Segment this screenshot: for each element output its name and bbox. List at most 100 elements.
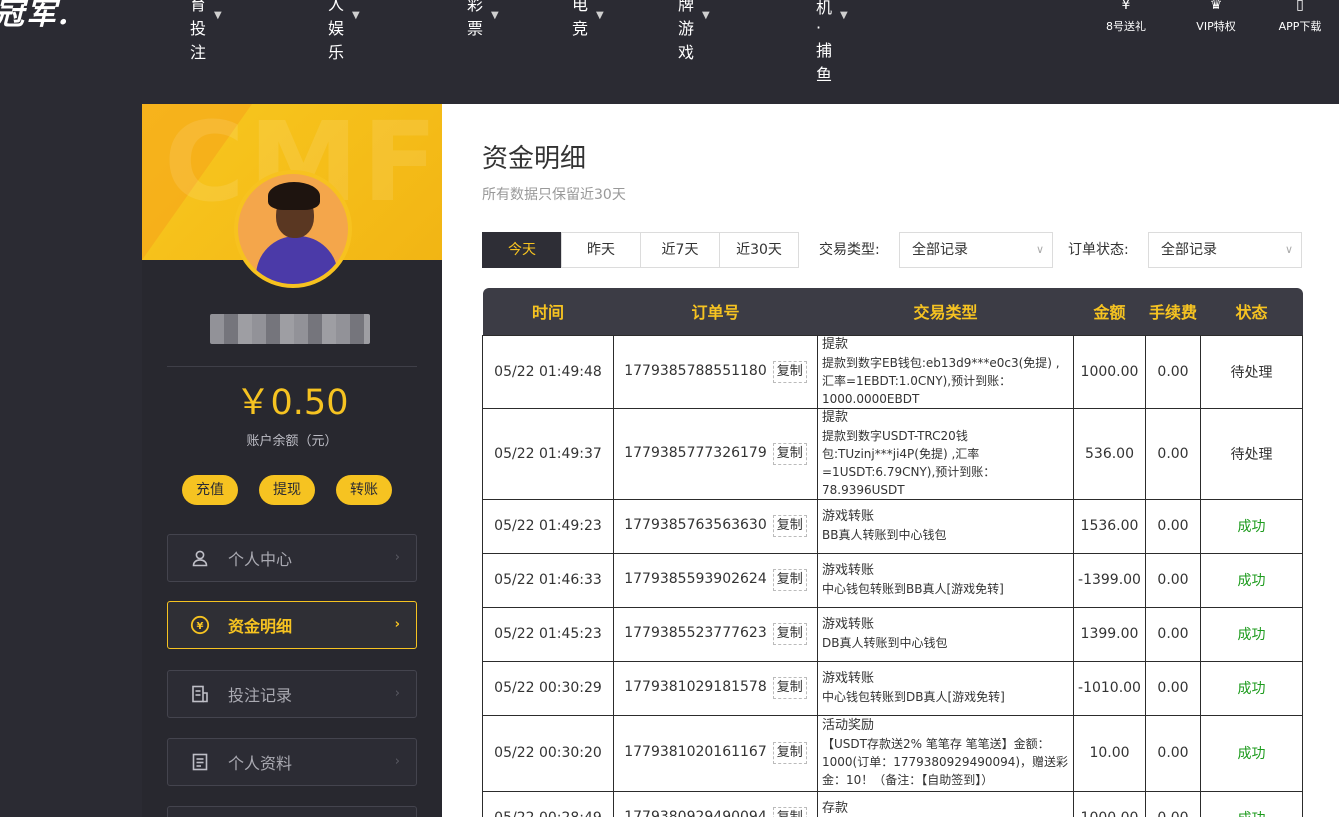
type-title: 提款 [822,336,849,352]
type-detail: 中心钱包转账到BB真人[游戏免转] [822,582,1004,596]
transfer-button[interactable]: 转账 [336,475,392,505]
copy-button[interactable]: 复制 [772,807,807,817]
cell-type: 提款 提款到数字EB钱包:eb13d9***e0c3(免提) ,汇率=1EBDT:… [817,334,1074,409]
cell-amount: -1399.00 [1073,552,1146,608]
order-number: 1779385777326179 [624,444,767,461]
cell-fee: 0.00 [1145,606,1201,662]
cell-fee: 0.00 [1145,660,1201,716]
chevron-down-icon: ▼ [596,9,604,21]
sidebar-item-bet-records[interactable]: 投注记录 › [167,670,417,718]
type-title: 游戏转账 [822,671,875,686]
withdraw-button[interactable]: 提现 [259,475,315,505]
cell-order-no: 1779385593902624 复制 [613,552,818,608]
tab-today[interactable]: 今天 [482,232,562,268]
top-navbar: 冠军. 体育投注 ▼ 真人娱乐 ▼ 彩票 ▼ 电竞 ▼ 棋牌游戏 ▼ 老虎机·捕鱼 ▼ ¥ … [0,0,1339,84]
nav-item-live-casino[interactable]: 真人娱乐 ▼ [328,0,360,62]
avatar-hair [268,182,320,210]
cell-type: 存款EBPay钱包-EB币 充值 [817,790,1074,817]
chevron-down-icon: ▼ [840,9,848,21]
copy-button[interactable]: 复制 [772,677,807,699]
cell-time: 05/22 00:28:49 [482,790,614,817]
cell-order-no: 1779381029181578 复制 [613,660,818,716]
sidebar-item-personal-center[interactable]: 个人中心 › [167,534,417,582]
cell-status: 待处理 [1200,334,1303,409]
table-row: 05/22 01:46:33 1779385593902624 复制 游戏转账 中心钱包… [482,552,1303,608]
vip-link[interactable]: ♛ VIP特权 [1181,0,1251,34]
cell-time: 05/22 01:46:33 [482,552,614,608]
copy-button[interactable]: 复制 [772,360,807,383]
column-header-status: 状态 [1200,288,1303,335]
crown-icon: ♛ [1209,0,1223,13]
order-number: 1779381029181578 [624,679,767,695]
type-title: 存款 [822,801,849,816]
type-title: 游戏转账 [822,617,875,632]
vip-label: VIP特权 [1196,20,1236,33]
copy-button[interactable]: 复制 [772,623,807,645]
nav-label: 体育投注 [190,0,207,62]
cell-status: 成功 [1200,660,1303,716]
table-row: 05/22 00:30:20 1779381020161167 复制 活动奖励 【USD… [482,714,1303,792]
cell-amount: 1000.00 [1073,790,1146,817]
table-row: 05/22 00:28:49 1779380929490094 复制存款EBPay钱… [482,790,1303,817]
nav-item-sports[interactable]: 体育投注 ▼ [190,0,222,62]
phone-icon: ▯ [1296,0,1304,13]
type-detail: 提款到数字USDT-TRC20钱包:TUzinj***ji4P(免提) ,汇率=… [822,428,996,497]
type-detail: DB真人转账到中心钱包 [822,636,948,650]
yen-circle-icon: ¥ [190,615,210,635]
tab-last-30-days[interactable]: 近30天 [719,232,799,268]
copy-button[interactable]: 复制 [772,742,807,764]
table-row: 05/22 01:49:37 1779385777326179 复制 提款 提款到数字U… [482,407,1303,500]
cell-fee: 0.00 [1145,334,1201,409]
account-balance: ￥0.50 [235,383,349,423]
sidebar-item-more[interactable] [167,806,417,817]
order-status-select[interactable]: 全部记录 ∨ [1148,232,1302,268]
sidebar-item-profile[interactable]: 个人资料 › [167,738,417,786]
column-header-time: 时间 [482,288,614,335]
chevron-right-icon: › [394,686,400,701]
cell-status: 成功 [1200,790,1303,817]
order-number: 1779381020161167 [624,744,767,760]
cell-order-no: 1779380929490094 复制 [613,790,818,817]
nav-label: 电竞 [572,0,589,38]
cell-time: 05/22 01:45:23 [482,606,614,662]
sidebar-item-fund-details[interactable]: ¥ 资金明细 › [167,601,417,649]
nav-item-lottery[interactable]: 彩票 ▼ [467,0,499,38]
tab-yesterday[interactable]: 昨天 [561,232,641,268]
site-logo[interactable]: 冠军. [0,0,70,32]
nav-item-esports[interactable]: 电竞 ▼ [572,0,604,38]
order-status-label: 订单状态: [1068,242,1129,258]
copy-button[interactable]: 复制 [772,569,807,591]
cell-fee: 0.00 [1145,552,1201,608]
table-body: 05/22 01:49:48 1779385788551180 复制 提款 提款到数字E… [482,334,1303,817]
app-download-link[interactable]: ▯ APP下载 [1265,0,1335,34]
chevron-down-icon: ▼ [214,9,222,21]
deposit-button[interactable]: 充值 [182,475,238,505]
avatar-shirt [256,236,338,284]
nav-item-slots-fishing[interactable]: 老虎机·捕鱼 ▼ [816,0,848,84]
cell-fee: 0.00 [1145,714,1201,792]
cell-type: 提款 提款到数字USDT-TRC20钱包:TUzinj***ji4P(免提) ,汇… [817,407,1074,500]
tab-last-7-days[interactable]: 近7天 [640,232,720,268]
sidebar-item-label: 个人中心 [228,550,293,569]
cell-status: 成功 [1200,498,1303,554]
sidebar-item-label: 资金明细 [228,617,293,636]
cell-order-no: 1779381020161167 复制 [613,714,818,792]
cell-time: 05/22 01:49:37 [482,407,614,500]
transaction-type-label: 交易类型: [819,242,880,258]
order-number: 1779385523777623 [624,625,767,641]
cell-order-no: 1779385777326179 复制 [613,407,818,500]
transaction-type-select[interactable]: 全部记录 ∨ [899,232,1053,268]
chevron-down-icon: ∨ [1035,243,1044,256]
cell-amount: 10.00 [1073,714,1146,792]
copy-button[interactable]: 复制 [772,515,807,537]
copy-button[interactable]: 复制 [772,442,807,465]
wallet-actions: 充值 提现 转账 [182,475,402,505]
avatar[interactable] [234,170,352,288]
table-row: 05/22 01:49:23 1779385763563630 复制 游戏转账 BB真人… [482,498,1303,554]
cell-type: 活动奖励 【USDT存款送2% 笔笔存 笔笔送】金额：1000(订单：177938… [817,714,1074,792]
cell-time: 05/22 00:30:29 [482,660,614,716]
nav-item-card-games[interactable]: 棋牌游戏 ▼ [678,0,710,62]
account-sidebar: CMF ￥0.50 账户余额（元） 充值 提现 转账 个人中心 › ¥ 资金明细… [142,104,442,817]
gift-link[interactable]: ¥ 8号送礼 [1091,0,1161,34]
profile-doc-icon [190,752,210,772]
